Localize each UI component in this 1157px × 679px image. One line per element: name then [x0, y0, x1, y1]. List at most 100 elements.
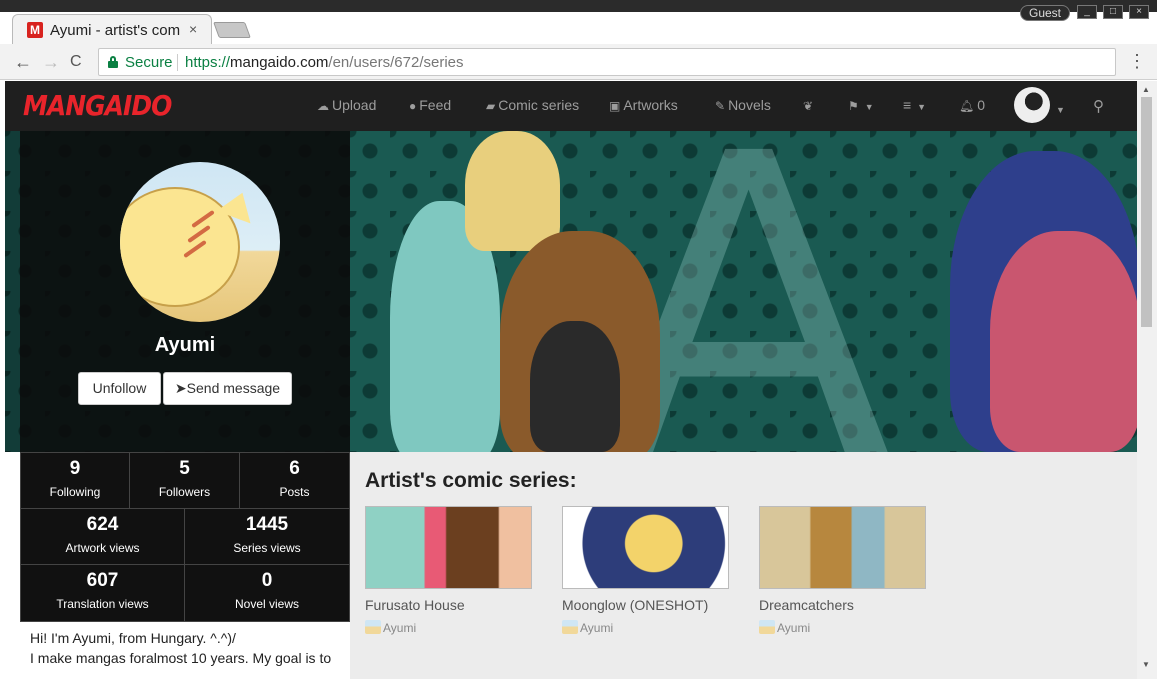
send-message-button[interactable]: ➤Send message [163, 372, 292, 405]
nav-novels[interactable]: ✎ Novels [715, 97, 771, 113]
browser-titlebar: M Ayumi - artist's com × Guest _ □ × [0, 0, 1157, 45]
profile-cover: Ayumi Unfollow ➤Send message A [5, 131, 1137, 452]
stat-label: Followers [158, 485, 211, 499]
nav-menu-dropdown[interactable]: ≡ ▼ [903, 97, 926, 113]
profile-bio: Hi! I'm Ayumi, from Hungary. ^.^)/ I mak… [20, 622, 350, 679]
nav-upload[interactable]: ☁ Upload [317, 97, 376, 113]
search-icon[interactable]: ⚲ [1093, 97, 1104, 115]
edit-icon: ✎ [715, 99, 726, 113]
site-navbar: MANGAIDO ☁ Upload ● Feed ▰ Comic series ▣ Ar… [5, 81, 1137, 131]
browser-menu-icon[interactable]: ⋮ [1128, 52, 1146, 70]
site-logo[interactable]: MANGAIDO [23, 90, 172, 122]
url-text: https://mangaido.com/en/users/672/series [185, 54, 464, 71]
series-card[interactable]: Moonglow (ONESHOT) Ayumi [562, 506, 729, 635]
character-kimono [990, 231, 1137, 452]
browser-toolbar: ← → C Secure https://mangaido.com/en/use… [0, 44, 1157, 80]
stat-followers[interactable]: 5 Followers [129, 452, 240, 509]
chevron-down-icon: ▼ [917, 102, 927, 112]
url-host: mangaido.com [230, 54, 329, 71]
tab-title: Ayumi - artist's com [50, 22, 181, 39]
picture-icon: ▣ [609, 99, 621, 113]
minimize-window-icon[interactable]: _ [1077, 5, 1097, 19]
stat-label: Translation views [56, 597, 149, 611]
nav-mascot[interactable]: ❦ [803, 97, 816, 113]
notification-count: 0 [977, 97, 986, 113]
nav-comic-series[interactable]: ▰ Comic series [486, 97, 579, 113]
send-message-label: Send message [186, 380, 281, 396]
paper-plane-icon: ➤ [174, 380, 187, 396]
series-author[interactable]: Ayumi [759, 620, 926, 635]
series-title[interactable]: Moonglow (ONESHOT) [562, 597, 729, 613]
forward-arrow-icon[interactable]: → [42, 52, 60, 73]
author-avatar [759, 620, 775, 634]
new-tab-button[interactable] [213, 22, 251, 38]
hamburger-icon: ≡ [903, 97, 912, 113]
nav-upload-label: Upload [332, 97, 377, 113]
stat-label: Artwork views [65, 541, 140, 555]
user-menu-caret[interactable]: ▼ [1053, 100, 1065, 116]
stat-label: Series views [233, 541, 301, 555]
mangaido-favicon-icon: M [27, 22, 43, 38]
user-avatar[interactable] [1014, 87, 1050, 123]
chevron-down-icon: ▼ [864, 102, 874, 112]
profile-card: Ayumi Unfollow ➤Send message [20, 131, 350, 452]
guest-profile-button[interactable]: Guest [1020, 5, 1070, 21]
stat-following[interactable]: 9 Following [20, 452, 130, 509]
section-title: Artist's comic series: [365, 469, 577, 492]
bio-line: Hi! I'm Ayumi, from Hungary. ^.^)/ [30, 630, 236, 646]
series-author[interactable]: Ayumi [562, 620, 729, 635]
comments-icon: ● [409, 99, 417, 113]
series-title[interactable]: Furusato House [365, 597, 532, 613]
stat-label: Following [49, 485, 101, 499]
series-card[interactable]: Dreamcatchers Ayumi [759, 506, 926, 635]
stat-novel-views: 0 Novel views [184, 564, 350, 622]
series-card[interactable]: Furusato House Ayumi [365, 506, 532, 635]
stat-posts[interactable]: 6 Posts [239, 452, 350, 509]
unfollow-button[interactable]: Unfollow [78, 372, 161, 405]
reload-icon[interactable]: C [70, 53, 82, 71]
scrollbar-thumb[interactable] [1141, 97, 1152, 327]
author-avatar [562, 620, 578, 634]
stat-value: 607 [86, 570, 119, 591]
chevron-down-icon: ▼ [1056, 105, 1065, 115]
lock-icon [108, 56, 118, 68]
nav-feed[interactable]: ● Feed [409, 97, 451, 113]
stat-value: 0 [261, 570, 273, 591]
nav-artworks-label: Artworks [623, 97, 678, 113]
series-thumbnail[interactable] [365, 506, 532, 589]
browser-tab[interactable]: M Ayumi - artist's com × [12, 14, 212, 45]
nav-feed-label: Feed [419, 97, 452, 113]
series-title[interactable]: Dreamcatchers [759, 597, 926, 613]
url-path: /en/users/672/series [328, 54, 464, 71]
titlebar-strip [0, 0, 1157, 12]
author-name: Ayumi [777, 621, 811, 635]
back-arrow-icon[interactable]: ← [14, 52, 32, 73]
series-section: Artist's comic series: Furusato House Ay… [350, 452, 1137, 679]
address-separator [177, 54, 178, 71]
nav-artworks[interactable]: ▣ Artworks [609, 97, 678, 113]
series-author[interactable]: Ayumi [365, 620, 532, 635]
close-window-icon[interactable]: × [1129, 5, 1149, 19]
bell-icon: 🔔︎ [959, 99, 975, 113]
address-bar[interactable]: Secure https://mangaido.com/en/users/672… [98, 48, 1116, 76]
stat-translation-views: 607 Translation views [20, 564, 185, 622]
character-dress [530, 321, 620, 452]
nav-language-dropdown[interactable]: ⚑ ▼ [848, 97, 874, 113]
series-thumbnail[interactable] [562, 506, 729, 589]
secure-label: Secure [125, 54, 173, 71]
stat-value: 9 [69, 458, 81, 479]
tab-close-icon[interactable]: × [189, 21, 197, 37]
url-scheme: https:// [185, 54, 231, 71]
book-icon: ▰ [486, 99, 496, 113]
author-name: Ayumi [580, 621, 614, 635]
stat-value: 1445 [245, 514, 289, 535]
stat-value: 624 [86, 514, 119, 535]
stat-series-views: 1445 Series views [184, 508, 350, 565]
scroll-up-icon[interactable]: ▲ [1142, 85, 1150, 94]
series-thumbnail[interactable] [759, 506, 926, 589]
mascot-icon: ❦ [803, 99, 814, 113]
scroll-down-icon[interactable]: ▼ [1142, 660, 1150, 669]
maximize-window-icon[interactable]: □ [1103, 5, 1123, 19]
profile-name: Ayumi [154, 334, 216, 356]
nav-notifications[interactable]: 🔔︎ 0 [959, 97, 985, 113]
